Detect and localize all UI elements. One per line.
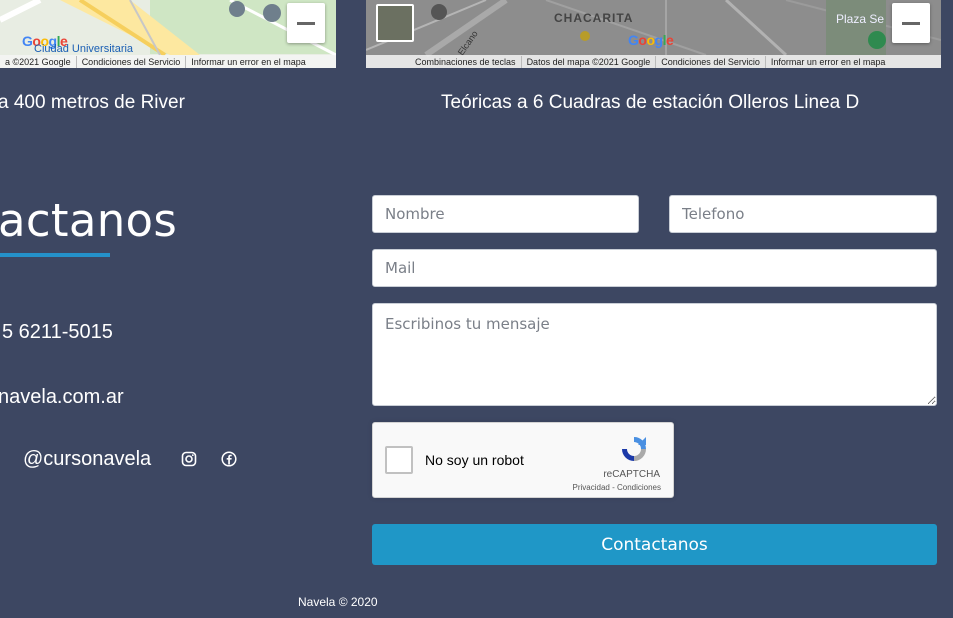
recaptcha-logo-icon [622,437,646,461]
contact-phone[interactable]: 5 6211-5015 [2,321,113,344]
minus-icon [902,21,920,25]
minus-icon [297,21,315,25]
instagram-icon[interactable] [181,451,197,467]
map-terms-link[interactable]: Condiciones del Servicio [77,55,187,68]
name-input[interactable] [372,195,639,233]
map-caption-right: Teóricas a 6 Cuadras de estación Olleros… [441,92,860,113]
satellite-toggle-button[interactable] [376,4,414,42]
recaptcha-widget: No soy un robot reCAPTCHA Privacidad - C… [372,422,674,498]
heading-underline [0,253,110,257]
map-copyright: a ©2021 Google [0,55,77,68]
map-place-label: CHACARITA [554,11,634,25]
keyboard-shortcuts-link[interactable]: Combinaciones de teclas [410,55,522,68]
zoom-out-button[interactable] [287,3,325,43]
map-embed-chacarita[interactable]: CHACARITA Plaza Se Elcano Google Combina… [366,0,941,68]
recaptcha-brand: reCAPTCHA [603,469,660,480]
recaptcha-label: No soy un robot [425,452,524,468]
mail-input[interactable] [372,249,937,287]
facebook-icon[interactable] [221,451,237,467]
map-report-link[interactable]: Informar un error en el mapa [186,56,311,68]
map-embed-river[interactable]: Google Ciudad Universitaria a ©2021 Goog… [0,0,336,68]
social-handle[interactable]: @cursonavela [23,448,151,471]
map-data-copyright: Datos del mapa ©2021 Google [522,55,657,68]
map-report-link[interactable]: Informar un error en el mapa [766,56,891,68]
map-place-label-2: Plaza Se [836,12,885,26]
zoom-out-button[interactable] [892,3,930,43]
map-footer: Combinaciones de teclas Datos del mapa ©… [366,55,941,68]
map-footer: a ©2021 Google Condiciones del Servicio … [0,55,336,68]
google-logo: Google [628,32,674,48]
contact-submit-button[interactable]: Contactanos [372,524,937,565]
contact-email[interactable]: navela.com.ar [0,386,124,409]
phone-input[interactable] [669,195,937,233]
message-textarea[interactable] [372,303,937,406]
recaptcha-links[interactable]: Privacidad - Condiciones [573,483,662,492]
footer-copyright: Navela © 2020 [298,595,378,609]
map-caption-left: a 400 metros de River [0,92,185,113]
recaptcha-checkbox[interactable] [385,446,413,474]
map-place-label: Ciudad Universitaria [34,43,134,55]
map-terms-link[interactable]: Condiciones del Servicio [656,55,766,68]
contact-heading: actanos [0,194,178,247]
